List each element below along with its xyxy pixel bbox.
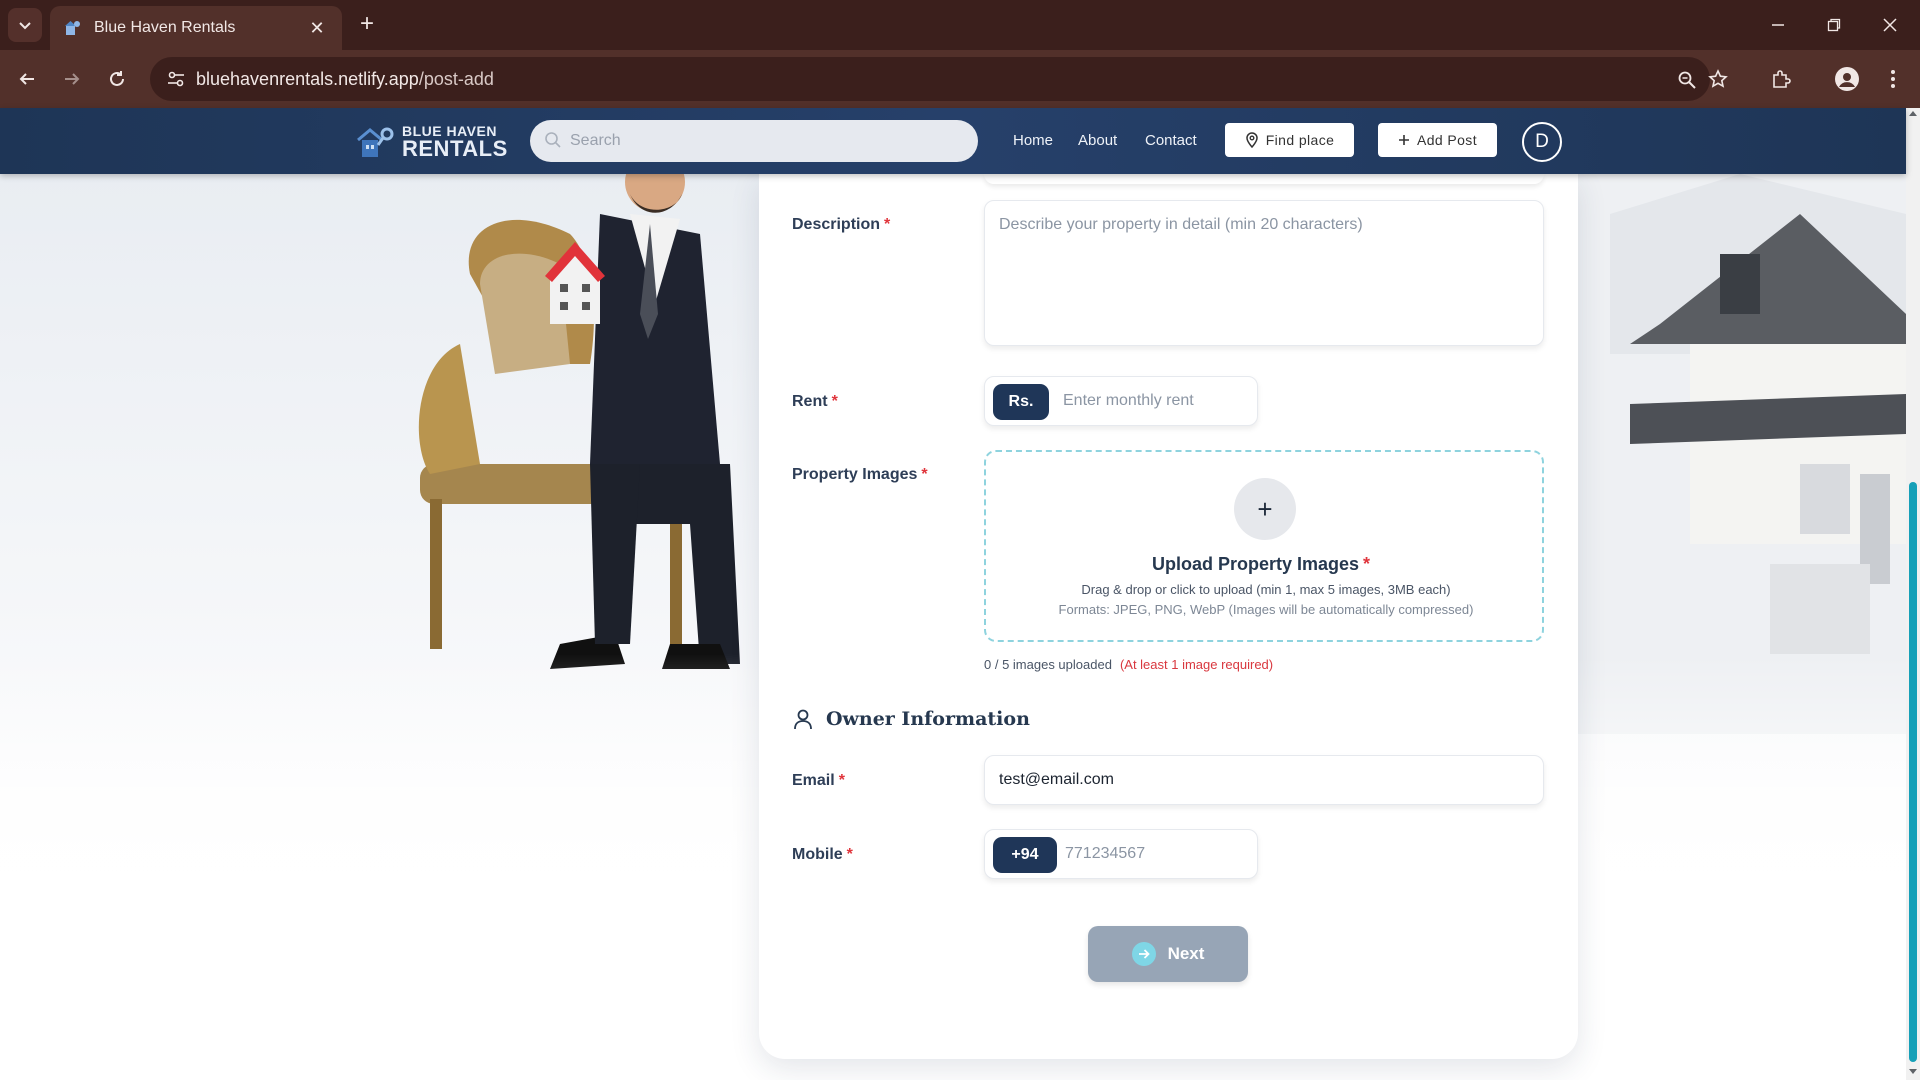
owner-information-heading: Owner Information xyxy=(792,708,1030,730)
new-tab-button[interactable]: + xyxy=(352,10,382,40)
upload-count-text: 0 / 5 images uploaded xyxy=(984,657,1112,672)
profile-avatar-icon[interactable] xyxy=(1830,62,1864,96)
browser-toolbar: bluehavenrentals.netlify.app/post-add xyxy=(0,50,1920,108)
user-avatar[interactable]: D xyxy=(1522,122,1562,162)
reload-button[interactable] xyxy=(100,62,134,96)
hero-agent-image xyxy=(418,174,740,669)
next-button[interactable]: Next xyxy=(1088,926,1248,982)
email-label-text: Email xyxy=(792,772,835,789)
site-search-box[interactable] xyxy=(530,120,978,162)
rent-input-group: Rs. xyxy=(984,376,1258,426)
previous-field-bottom-edge xyxy=(984,174,1544,184)
close-window-button[interactable] xyxy=(1862,0,1918,50)
description-textarea[interactable] xyxy=(984,200,1544,346)
mobile-input[interactable] xyxy=(1065,830,1251,878)
forward-button[interactable] xyxy=(55,62,89,96)
scroll-down-arrow-icon[interactable] xyxy=(1909,1069,1917,1074)
email-field xyxy=(984,755,1544,805)
mobile-label: Mobile * xyxy=(792,846,853,864)
mobile-label-text: Mobile xyxy=(792,846,843,863)
brand-line-2: RENTALS xyxy=(402,136,508,161)
site-header: BLUE HAVEN RENTALS Home About Contact Fi… xyxy=(0,108,1906,174)
rent-label: Rent * xyxy=(792,393,838,411)
upload-warning-text: (At least 1 image required) xyxy=(1119,657,1274,672)
arrow-right-circle-icon xyxy=(1131,942,1156,966)
minimize-icon xyxy=(1772,24,1784,26)
currency-prefix: Rs. xyxy=(993,384,1049,420)
nav-link-contact[interactable]: Contact xyxy=(1145,132,1197,149)
arrow-left-icon xyxy=(19,73,34,85)
upload-status: 0 / 5 images uploaded (At least 1 image r… xyxy=(984,657,1273,672)
tab-close-icon[interactable]: ✕ xyxy=(306,18,328,39)
url-text: bluehavenrentals.netlify.app/post-add xyxy=(196,69,494,90)
upload-formats-hint: Formats: JPEG, PNG, WebP (Images will be… xyxy=(1058,602,1474,617)
rent-label-text: Rent xyxy=(792,393,828,410)
background-house-image xyxy=(1570,174,1906,734)
next-button-label: Next xyxy=(1167,944,1205,963)
bookmark-star-icon[interactable] xyxy=(1701,62,1735,96)
site-search-input[interactable] xyxy=(570,120,960,162)
upload-title: Upload Property Images * xyxy=(986,554,1536,575)
nav-link-home[interactable]: Home xyxy=(1013,132,1053,149)
add-post-button[interactable]: Add Post xyxy=(1378,123,1497,157)
email-input[interactable] xyxy=(999,756,1529,804)
nav-link-about[interactable]: About xyxy=(1078,132,1117,149)
restore-button[interactable] xyxy=(1806,0,1862,50)
add-image-plus-icon[interactable]: + xyxy=(1234,478,1296,540)
extensions-puzzle-icon[interactable] xyxy=(1764,62,1798,96)
post-ad-form-card: Description* Rent* Rs. Property Images* … xyxy=(759,174,1578,1059)
email-label: Email * xyxy=(792,772,845,790)
plus-icon xyxy=(1398,134,1410,146)
map-pin-icon xyxy=(1245,132,1259,148)
description-label-text: Description xyxy=(792,216,881,233)
chevron-down-icon xyxy=(19,22,31,30)
user-icon xyxy=(794,709,812,730)
browser-menu-icon[interactable] xyxy=(1876,62,1910,96)
required-mark: * xyxy=(846,846,853,863)
upload-title-text: Upload Property Images xyxy=(1151,554,1360,574)
scrollbar-thumb[interactable] xyxy=(1909,482,1917,1062)
tab-search-button[interactable] xyxy=(8,8,42,42)
upload-hint: Drag & drop or click to upload (min 1, m… xyxy=(1081,582,1451,597)
address-bar[interactable]: bluehavenrentals.netlify.app/post-add xyxy=(150,57,1710,101)
brand-wordmark: BLUE HAVEN RENTALS xyxy=(402,124,508,160)
property-images-label: Property Images * xyxy=(792,466,928,484)
page-scrollbar[interactable] xyxy=(1906,108,1920,1080)
scroll-up-arrow-icon[interactable] xyxy=(1909,111,1917,116)
browser-tab[interactable]: Blue Haven Rentals ✕ xyxy=(50,6,342,50)
arrow-right-icon xyxy=(65,73,80,85)
required-mark: * xyxy=(1363,554,1371,574)
url-path: /post-add xyxy=(418,69,494,89)
restore-icon xyxy=(1827,18,1841,32)
tab-title: Blue Haven Rentals xyxy=(94,19,236,36)
add-post-label: Add Post xyxy=(1416,132,1477,148)
brand-logo[interactable]: BLUE HAVEN RENTALS xyxy=(356,124,508,160)
page-background: Description* Rent* Rs. Property Images* … xyxy=(0,174,1906,1080)
required-mark: * xyxy=(831,393,838,410)
required-mark: * xyxy=(921,466,928,483)
back-button[interactable] xyxy=(10,62,44,96)
reload-icon xyxy=(110,71,124,86)
owner-information-title: Owner Information xyxy=(826,708,1030,730)
mobile-input-group: +94 xyxy=(984,829,1258,879)
required-mark: * xyxy=(838,772,845,789)
site-info-icon[interactable] xyxy=(164,67,188,91)
close-icon xyxy=(1883,18,1897,32)
site-favicon-icon xyxy=(65,21,80,35)
image-upload-dropzone[interactable]: + Upload Property Images * Drag & drop or… xyxy=(984,450,1544,642)
find-place-label: Find place xyxy=(1265,132,1335,148)
description-label: Description * xyxy=(792,216,890,234)
rent-input[interactable] xyxy=(1063,377,1249,425)
zoom-icon[interactable] xyxy=(1674,67,1700,93)
country-code-prefix: +94 xyxy=(993,837,1057,873)
minimize-button[interactable] xyxy=(1750,0,1806,50)
url-host: bluehavenrentals.netlify.app xyxy=(196,69,419,89)
house-logo-icon xyxy=(357,127,394,157)
property-images-label-text: Property Images xyxy=(792,466,918,483)
required-mark: * xyxy=(884,216,891,233)
find-place-button[interactable]: Find place xyxy=(1225,123,1354,157)
search-icon xyxy=(545,132,561,148)
browser-tab-strip: Blue Haven Rentals ✕ + xyxy=(0,0,1920,50)
